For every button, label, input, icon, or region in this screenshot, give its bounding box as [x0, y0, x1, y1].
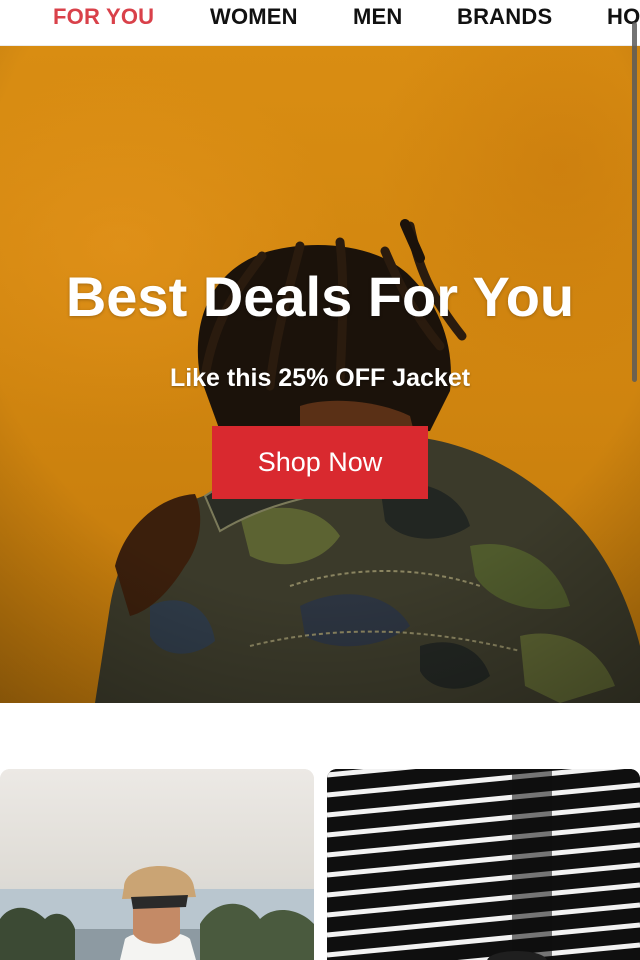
tab-men[interactable]: MEN	[353, 4, 403, 30]
tab-for-you[interactable]: FOR YOU	[53, 4, 154, 30]
scrollbar[interactable]	[632, 22, 637, 382]
product-card-2[interactable]	[327, 769, 640, 960]
product-card-1[interactable]	[0, 769, 314, 960]
category-tabs: FOR YOU WOMEN MEN BRANDS HO	[0, 0, 640, 46]
hero-banner: Best Deals For You Like this 25% OFF Jac…	[0, 46, 640, 703]
tab-women[interactable]: WOMEN	[210, 4, 298, 30]
shop-now-button[interactable]: Shop Now	[212, 426, 428, 499]
hero-subtitle: Like this 25% OFF Jacket	[169, 364, 471, 392]
tab-brands[interactable]: BRANDS	[457, 4, 552, 30]
striped-architecture-photo	[327, 769, 640, 960]
hero-title: Best Deals For You	[65, 265, 575, 328]
man-in-cap-photo	[0, 769, 314, 960]
